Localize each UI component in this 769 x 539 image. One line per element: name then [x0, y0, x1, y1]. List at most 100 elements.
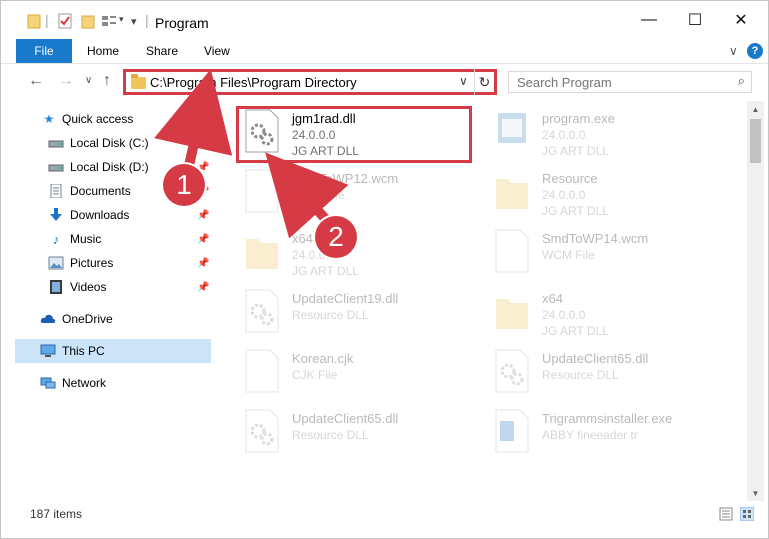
separator: | [45, 12, 49, 28]
search-box[interactable]: ⌕ [508, 71, 752, 93]
sidebar-item-videos[interactable]: Videos 📌 [15, 275, 211, 299]
tab-home[interactable]: Home [87, 39, 119, 63]
file-item-smdtowp12-wcm[interactable]: SmdToWP12.wcm WCM File [234, 163, 484, 223]
tab-view[interactable]: View [204, 39, 230, 63]
dll-file-icon [495, 349, 529, 393]
pin-icon: 📌 [197, 257, 210, 269]
expand-ribbon-icon[interactable]: ∨ [729, 44, 738, 58]
back-button[interactable]: ← [28, 72, 44, 90]
minimize-button[interactable]: — [626, 1, 672, 39]
search-icon[interactable]: ⌕ [738, 73, 745, 89]
sidebar-item-local-disk-c[interactable]: Local Disk (C:) 📌 [15, 131, 211, 155]
scroll-thumb[interactable] [750, 119, 761, 163]
large-icons-view-icon[interactable] [740, 507, 754, 521]
sidebar-item-label: Videos [70, 280, 107, 294]
cloud-icon [40, 314, 56, 323]
help-icon[interactable]: ? [747, 43, 763, 59]
up-button[interactable]: ↑ [103, 72, 111, 90]
file-item-updateclient19-dll[interactable]: UpdateClient19.dll Resource DLL [234, 283, 484, 343]
file-description: JG ART DLL [542, 324, 609, 338]
sidebar-item-quick-access[interactable]: ★ Quick access [15, 107, 211, 131]
file-name: SmdToWP14.wcm [542, 231, 649, 246]
pin-icon: 📌 [197, 281, 210, 293]
file-name: UpdateClient65.dll [542, 351, 649, 366]
tab-share[interactable]: Share [146, 39, 178, 63]
scroll-down-icon[interactable]: ▼ [747, 485, 764, 501]
callout-step-1: 1 [163, 164, 205, 206]
search-input[interactable] [517, 74, 722, 90]
file-version: 24.0.0.0 [542, 188, 586, 202]
file-name: program.exe [542, 111, 615, 126]
file-item-trigrammsinstaller-exe[interactable]: Trigrammsinstaller.exe ABBY fineeader tr [484, 403, 734, 463]
file-item-resource[interactable]: Resource 24.0.0.0 JG ART DLL [484, 163, 734, 223]
file-type: CJK File [292, 368, 338, 382]
music-icon: ♪ [52, 231, 60, 247]
network-icon [40, 377, 56, 389]
folder-icon [131, 74, 146, 89]
qa-menu-icon[interactable]: ▾ [131, 15, 137, 35]
computer-icon [40, 344, 56, 357]
address-bar[interactable]: C:\Program Files\Program Directory ∨ ↻ [123, 69, 497, 95]
drive-icon [48, 164, 64, 172]
file-item-updateclient65-dll[interactable]: UpdateClient65.dll Resource DLL [484, 343, 734, 403]
sidebar-item-network[interactable]: Network [15, 371, 211, 395]
customize-qa-icon[interactable] [101, 13, 117, 33]
file-item-program-exe[interactable]: program.exe 24.0.0.0 JG ART DLL [484, 103, 734, 163]
file-description: JG ART DLL [542, 204, 609, 218]
file-description: JG ART DLL [292, 264, 359, 278]
file-version: 24.0.0.0 [542, 128, 586, 142]
videos-icon [50, 280, 62, 294]
sidebar-item-label: Local Disk (C:) [70, 136, 149, 150]
new-folder-icon[interactable] [81, 13, 95, 33]
file-highlight-box [236, 106, 472, 163]
sidebar-item-label: This PC [62, 344, 105, 358]
window-title: Program [155, 15, 209, 31]
close-button[interactable]: ✕ [718, 1, 764, 39]
generic-file-icon [245, 169, 279, 213]
address-dropdown-icon[interactable]: ∨ [459, 74, 468, 88]
refresh-button[interactable]: ↻ [474, 69, 494, 95]
sidebar-item-label: Pictures [70, 256, 114, 270]
generic-file-icon [495, 229, 529, 273]
qa-dropdown-icon[interactable]: ▾ [119, 14, 124, 34]
status-bar: 187 items [1, 503, 768, 525]
file-version: 24.0.0.0 [542, 308, 586, 322]
exe-file-icon [498, 113, 526, 143]
ribbon-tabs: File Home Share View ∨ ? [1, 39, 768, 63]
folder-icon [27, 14, 41, 29]
properties-icon[interactable] [57, 13, 73, 33]
sidebar-item-this-pc[interactable]: This PC [15, 339, 211, 363]
file-item-smdtowp14-wcm[interactable]: SmdToWP14.wcm WCM File [484, 223, 734, 283]
file-name: SmdToWP12.wcm [292, 171, 399, 186]
download-icon [50, 208, 62, 221]
sidebar-item-pictures[interactable]: Pictures 📌 [15, 251, 211, 275]
recent-locations-button[interactable]: ∨ [85, 75, 92, 86]
explorer-window: | ▾ ▾ | Program — ☐ ✕ File Home Share Vi… [0, 0, 769, 539]
folder-icon [246, 239, 278, 269]
sidebar-item-downloads[interactable]: Downloads 📌 [15, 203, 211, 227]
vertical-scrollbar[interactable]: ▲ ▼ [747, 101, 764, 501]
details-view-icon[interactable] [719, 507, 733, 521]
file-name: x64 [292, 231, 313, 246]
maximize-button[interactable]: ☐ [672, 1, 718, 39]
file-item-updateclient65-dll-2[interactable]: UpdateClient65.dll Resource DLL [234, 403, 484, 463]
installer-file-icon [495, 409, 529, 453]
tab-file[interactable]: File [16, 39, 72, 63]
drive-icon [48, 140, 64, 148]
star-icon: ★ [43, 112, 55, 126]
file-name: UpdateClient19.dll [292, 291, 399, 306]
dll-file-icon [245, 289, 279, 333]
file-type: Resource DLL [542, 368, 619, 382]
sidebar-item-label: Music [70, 232, 102, 246]
separator: | [145, 12, 149, 28]
pin-icon: 📌 [197, 137, 210, 149]
sidebar-item-label: Network [62, 376, 107, 390]
file-item-x64[interactable]: x64 24.0.0.0 JG ART DLL [234, 223, 484, 283]
file-version: ABBY fineeader tr [542, 428, 638, 442]
file-item-x64-2[interactable]: x64 24.0.0.0 JG ART DLL [484, 283, 734, 343]
sidebar-item-onedrive[interactable]: OneDrive [15, 307, 211, 331]
sidebar-item-music[interactable]: ♪ Music 📌 [15, 227, 211, 251]
forward-button[interactable]: → [58, 72, 74, 90]
scroll-up-icon[interactable]: ▲ [747, 101, 764, 117]
file-item-korean-cjk[interactable]: Korean.cjk CJK File [234, 343, 484, 403]
